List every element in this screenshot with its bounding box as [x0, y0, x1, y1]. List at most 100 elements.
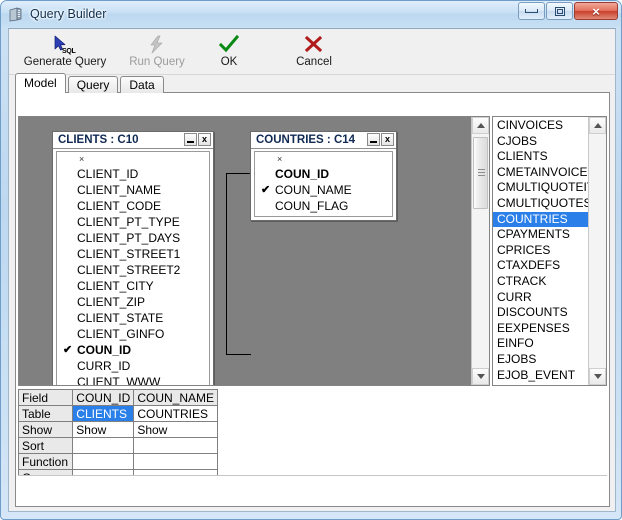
close-button[interactable]: ×	[574, 2, 618, 20]
table-list-item[interactable]: DISCOUNTS	[493, 305, 589, 321]
table-window-clients-close[interactable]: x	[198, 133, 211, 146]
table-list-item[interactable]: EJOBS	[493, 352, 589, 368]
column-label: CLIENT_STREET1	[77, 247, 181, 261]
table-list-item[interactable]: CJOBS	[493, 134, 589, 150]
table-window-countries-titlebar[interactable]: COUNTRIES : C14 x	[251, 132, 396, 149]
cell-field-0[interactable]: COUN_ID	[72, 389, 135, 406]
column-item[interactable]: CLIENT_CITY	[57, 278, 209, 294]
column-item-coun-flag[interactable]: COUN_FLAG	[255, 198, 392, 214]
table-list-item[interactable]: CPAYMENTS	[493, 227, 589, 243]
table-list-vertical-scrollbar[interactable]	[588, 117, 606, 385]
table-list-item[interactable]: CTAXDEFS	[493, 258, 589, 274]
run-query-button[interactable]: Run Query	[115, 31, 199, 72]
table-window-clients-columns[interactable]: × CLIENT_ID CLIENT_NAME CLIENT_CODE CLIE…	[56, 151, 210, 385]
column-item-coun-name[interactable]: ✔ COUN_NAME	[255, 182, 392, 198]
cell-table-1[interactable]: COUNTRIES	[133, 405, 218, 422]
column-item[interactable]: CLIENT_GINFO	[57, 326, 209, 342]
table-list-item[interactable]: CMULTIQUOTEITEMS	[493, 180, 589, 196]
column-item[interactable]: CLIENT_PT_DAYS	[57, 230, 209, 246]
cell-show-0[interactable]: Show	[72, 421, 135, 438]
cell-show-1[interactable]: Show	[133, 421, 218, 438]
cell-function-1[interactable]	[133, 453, 218, 470]
column-item-coun-id[interactable]: COUN_ID	[255, 166, 392, 182]
column-label: CLIENT_ZIP	[77, 295, 146, 309]
column-item[interactable]: CLIENT_CODE	[57, 198, 209, 214]
column-label: CLIENT_ID	[77, 167, 139, 181]
canvas-vertical-scrollbar[interactable]	[471, 117, 489, 385]
title-bar[interactable]: Query Builder ×	[1, 1, 621, 27]
table-window-clients[interactable]: CLIENTS : C10 x × CLIENT_ID CLIENT_NAME …	[52, 131, 214, 385]
column-item-coun-id[interactable]: ✔ COUN_ID	[57, 342, 209, 358]
table-list-scroll-up-button[interactable]	[589, 117, 606, 134]
column-label: COUN_FLAG	[275, 199, 349, 213]
table-window-countries-columns[interactable]: × COUN_ID ✔ COUN_NAME COUN_FLAG	[254, 151, 393, 217]
column-item[interactable]: CLIENT_STREET2	[57, 262, 209, 278]
table-list-item[interactable]: EINFO	[493, 336, 589, 352]
column-item[interactable]: CLIENT_WWW	[57, 374, 209, 385]
table-list-item[interactable]: CURR	[493, 290, 589, 306]
table-list-item[interactable]: CMULTIQUOTES	[493, 196, 589, 212]
table-window-clients-minimize[interactable]	[184, 133, 197, 146]
cell-sort-0[interactable]	[72, 437, 135, 454]
table-list-item[interactable]: CTRACK	[493, 274, 589, 290]
table-list-item[interactable]: CPRICES	[493, 243, 589, 259]
canvas-scrollbar-thumb[interactable]	[473, 137, 488, 209]
tab-data[interactable]: Data	[120, 76, 164, 93]
table-row-field[interactable]: Field COUN_ID COUN_NAME	[17, 389, 218, 406]
cell-sort-1[interactable]	[133, 437, 218, 454]
table-row-function[interactable]: Function	[17, 453, 218, 470]
table-list-item[interactable]: CINVOICES	[493, 118, 589, 134]
column-item[interactable]: CLIENT_NAME	[57, 182, 209, 198]
maximize-button[interactable]	[546, 2, 573, 20]
column-item[interactable]: CLIENT_ZIP	[57, 294, 209, 310]
query-builder-window: Query Builder × SQL Generate Query Run Q…	[0, 0, 622, 520]
row-header-show: Show	[17, 421, 74, 438]
column-item[interactable]: CLIENT_ID	[57, 166, 209, 182]
table-window-clients-titlebar[interactable]: CLIENTS : C10 x	[53, 132, 213, 149]
ok-button[interactable]: OK	[205, 31, 253, 72]
run-query-label: Run Query	[129, 56, 185, 68]
column-item-star[interactable]: ×	[255, 152, 392, 166]
cell-function-0[interactable]	[72, 453, 135, 470]
table-window-countries-minimize[interactable]	[367, 133, 380, 146]
table-list-item[interactable]: EMPLOYEES	[493, 383, 589, 385]
column-item[interactable]: CLIENT_PT_TYPE	[57, 214, 209, 230]
column-label: COUN_ID	[275, 167, 330, 181]
table-list-item[interactable]: CLIENTS	[493, 149, 589, 165]
canvas-scroll-up-button[interactable]	[472, 117, 489, 134]
table-row-show[interactable]: Show Show Show	[17, 421, 218, 438]
cell-table-0[interactable]: CLIENTS	[72, 405, 135, 422]
table-list-item-selected[interactable]: COUNTRIES	[493, 211, 589, 228]
generate-query-button[interactable]: SQL Generate Query	[15, 31, 115, 72]
window-controls: ×	[518, 2, 618, 20]
table-row-table[interactable]: Table CLIENTS COUNTRIES	[17, 405, 218, 422]
toolbar: SQL Generate Query Run Query OK Cancel	[9, 29, 615, 75]
model-canvas[interactable]: CLIENTS : C10 x × CLIENT_ID CLIENT_NAME …	[19, 117, 472, 385]
minimize-button[interactable]	[518, 2, 545, 20]
scrollbar-grip-icon	[478, 169, 485, 177]
table-list-item[interactable]: CMETAINVOICES	[493, 165, 589, 181]
table-list-scroll-down-button[interactable]	[589, 368, 606, 385]
table-window-countries[interactable]: COUNTRIES : C14 x × COUN_ID ✔ COUN_NAME …	[250, 131, 397, 221]
column-label: CLIENT_STREET2	[77, 263, 181, 277]
tab-model[interactable]: Model	[15, 73, 66, 93]
join-connector[interactable]	[226, 173, 251, 355]
column-item-star[interactable]: ×	[57, 152, 209, 166]
table-list-item[interactable]: EEXPENSES	[493, 321, 589, 337]
close-icon: ×	[592, 3, 600, 19]
column-item[interactable]: CURR_ID	[57, 358, 209, 374]
row-header-function: Function	[17, 453, 74, 470]
table-list[interactable]: CINVOICES CJOBS CLIENTS CMETAINVOICES CM…	[493, 117, 589, 385]
canvas-scroll-down-button[interactable]	[472, 368, 489, 385]
table-row-sort[interactable]: Sort	[17, 437, 218, 454]
checkmark-icon: ✔	[261, 184, 271, 196]
table-list-item[interactable]: EJOB_EVENT	[493, 368, 589, 384]
column-item[interactable]: CLIENT_STREET1	[57, 246, 209, 262]
tab-model-label: Model	[24, 76, 57, 90]
table-window-countries-close[interactable]: x	[381, 133, 394, 146]
query-grid[interactable]: Field COUN_ID COUN_NAME Table CLIENTS CO…	[17, 389, 218, 486]
column-item[interactable]: CLIENT_STATE	[57, 310, 209, 326]
tab-query[interactable]: Query	[67, 76, 119, 93]
cell-field-1[interactable]: COUN_NAME	[133, 389, 218, 406]
cancel-button[interactable]: Cancel	[285, 31, 343, 72]
